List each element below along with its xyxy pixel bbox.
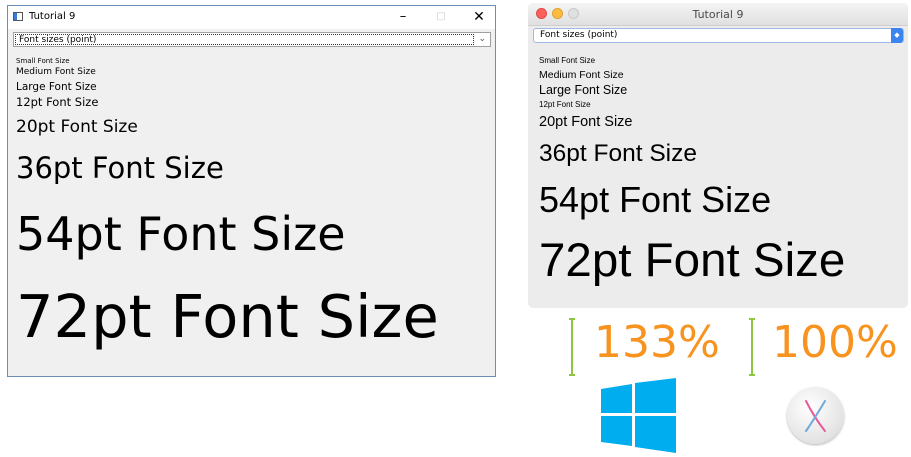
mac-scale-label: 100%	[772, 317, 898, 368]
macos-x-svg	[805, 400, 826, 432]
windows-logo-icon	[601, 378, 676, 453]
text-large: Large Font Size	[16, 81, 97, 93]
minimize-button[interactable]: –	[388, 6, 418, 29]
focus-rectangle: Font sizes (point)	[15, 34, 474, 45]
text-small: Small Font Size	[539, 56, 596, 65]
windows-height-bracket	[569, 318, 575, 376]
mac-window: Tutorial 9 Font sizes (point) ◆ Small Fo…	[528, 3, 908, 308]
mac-titlebar: Tutorial 9	[528, 3, 908, 26]
text-12pt: 12pt Font Size	[539, 100, 591, 109]
font-size-select[interactable]: Font sizes (point) ⌄	[13, 32, 491, 47]
chevron-down-icon[interactable]: ⌄	[478, 33, 486, 46]
text-36pt: 36pt Font Size	[16, 151, 224, 185]
mac-window-title: Tutorial 9	[692, 8, 744, 21]
windows-window: Tutorial 9 – □ ✕ Font sizes (point) ⌄ Sm…	[7, 5, 496, 377]
text-medium: Medium Font Size	[16, 67, 96, 77]
text-54pt: 54pt Font Size	[539, 179, 772, 220]
text-small: Small Font Size	[16, 57, 70, 65]
text-72pt: 72pt Font Size	[16, 282, 439, 351]
select-value: Font sizes (point)	[19, 35, 97, 45]
text-20pt: 20pt Font Size	[16, 117, 138, 137]
windows-scale-label: 133%	[594, 317, 720, 368]
updown-arrow-icon[interactable]: ◆	[891, 28, 903, 43]
text-large: Large Font Size	[539, 83, 628, 97]
windows-titlebar: Tutorial 9 – □ ✕	[8, 6, 495, 29]
font-size-popup[interactable]: Font sizes (point) ◆	[533, 28, 904, 43]
macos-x-logo-icon	[787, 387, 844, 444]
windows-window-title: Tutorial 9	[29, 11, 76, 22]
close-button[interactable]: ✕	[464, 6, 494, 29]
app-window-icon	[13, 12, 23, 21]
text-medium: Medium Font Size	[539, 69, 624, 81]
text-72pt: 72pt Font Size	[539, 234, 846, 287]
mac-height-bracket	[749, 318, 755, 376]
popup-value: Font sizes (point)	[540, 30, 618, 40]
maximize-button[interactable]: □	[426, 6, 456, 29]
text-54pt: 54pt Font Size	[16, 207, 346, 261]
text-36pt: 36pt Font Size	[539, 140, 697, 167]
text-12pt: 12pt Font Size	[16, 95, 99, 109]
text-20pt: 20pt Font Size	[539, 114, 633, 130]
windows-logo-svg	[601, 378, 676, 453]
